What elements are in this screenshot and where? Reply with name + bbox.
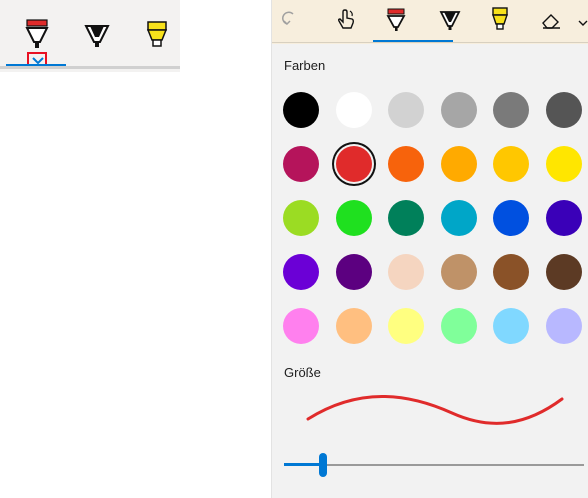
color-swatch[interactable] — [440, 308, 477, 344]
color-swatch[interactable] — [440, 146, 477, 182]
undo-button[interactable] — [282, 10, 302, 30]
pen-toolbar — [0, 0, 180, 72]
size-slider-thumb[interactable] — [319, 453, 327, 477]
color-swatch[interactable] — [283, 254, 319, 290]
red-pen-button[interactable] — [383, 7, 409, 33]
color-swatch[interactable] — [335, 254, 372, 290]
red-pen-icon — [386, 8, 406, 31]
size-label: Größe — [284, 365, 321, 380]
color-swatch[interactable] — [545, 308, 582, 344]
color-swatch[interactable] — [335, 92, 372, 128]
color-swatch[interactable] — [388, 92, 424, 128]
highlighter-icon — [146, 21, 168, 47]
color-swatch[interactable] — [545, 92, 582, 128]
color-swatch[interactable] — [283, 308, 319, 344]
touch-writing-button[interactable] — [335, 8, 357, 32]
stroke-size-preview — [306, 395, 564, 425]
pen-icon — [25, 19, 49, 48]
more-icon[interactable] — [578, 18, 588, 28]
color-swatch[interactable] — [283, 146, 319, 182]
color-swatch[interactable] — [545, 200, 582, 236]
color-swatch[interactable] — [440, 200, 477, 236]
color-swatch[interactable] — [335, 200, 372, 236]
color-swatch[interactable] — [493, 308, 529, 344]
black-pencil-icon — [439, 11, 461, 30]
eraser-icon — [542, 14, 560, 29]
color-swatch[interactable] — [283, 200, 319, 236]
eraser-button[interactable] — [540, 11, 562, 31]
red-pen-tool[interactable] — [20, 18, 54, 52]
color-swatch[interactable] — [335, 146, 372, 182]
size-slider-fill — [284, 463, 323, 466]
color-swatch[interactable] — [335, 308, 372, 344]
color-swatch[interactable] — [493, 92, 529, 128]
size-slider-track[interactable] — [284, 464, 584, 466]
color-swatch[interactable] — [388, 200, 424, 236]
yellow-highlighter-button[interactable] — [487, 6, 513, 34]
colors-label: Farben — [284, 58, 326, 73]
color-swatch[interactable] — [283, 92, 319, 128]
pencil-icon — [84, 25, 110, 47]
toolbar-divider — [0, 66, 180, 69]
color-swatch[interactable] — [440, 92, 477, 128]
undo-icon — [282, 11, 294, 26]
color-swatch[interactable] — [545, 146, 582, 182]
yellow-highlighter-icon — [492, 7, 508, 30]
black-pencil-button[interactable] — [438, 8, 462, 32]
pen-options-panel: Farben Größe — [271, 0, 588, 498]
touch-writing-icon — [337, 9, 355, 29]
panel-toolbar — [272, 0, 588, 44]
color-swatch[interactable] — [388, 254, 424, 290]
color-swatch[interactable] — [545, 254, 582, 290]
chevron-down-icon — [578, 20, 588, 26]
panel-toolbar-divider — [272, 42, 588, 43]
color-swatch[interactable] — [388, 308, 424, 344]
color-swatch[interactable] — [493, 200, 529, 236]
color-swatch[interactable] — [388, 146, 424, 182]
color-swatch[interactable] — [493, 254, 529, 290]
yellow-highlighter-tool[interactable] — [140, 18, 174, 52]
color-swatch[interactable] — [493, 146, 529, 182]
black-pen-tool[interactable] — [82, 20, 112, 50]
color-swatch[interactable] — [440, 254, 477, 290]
